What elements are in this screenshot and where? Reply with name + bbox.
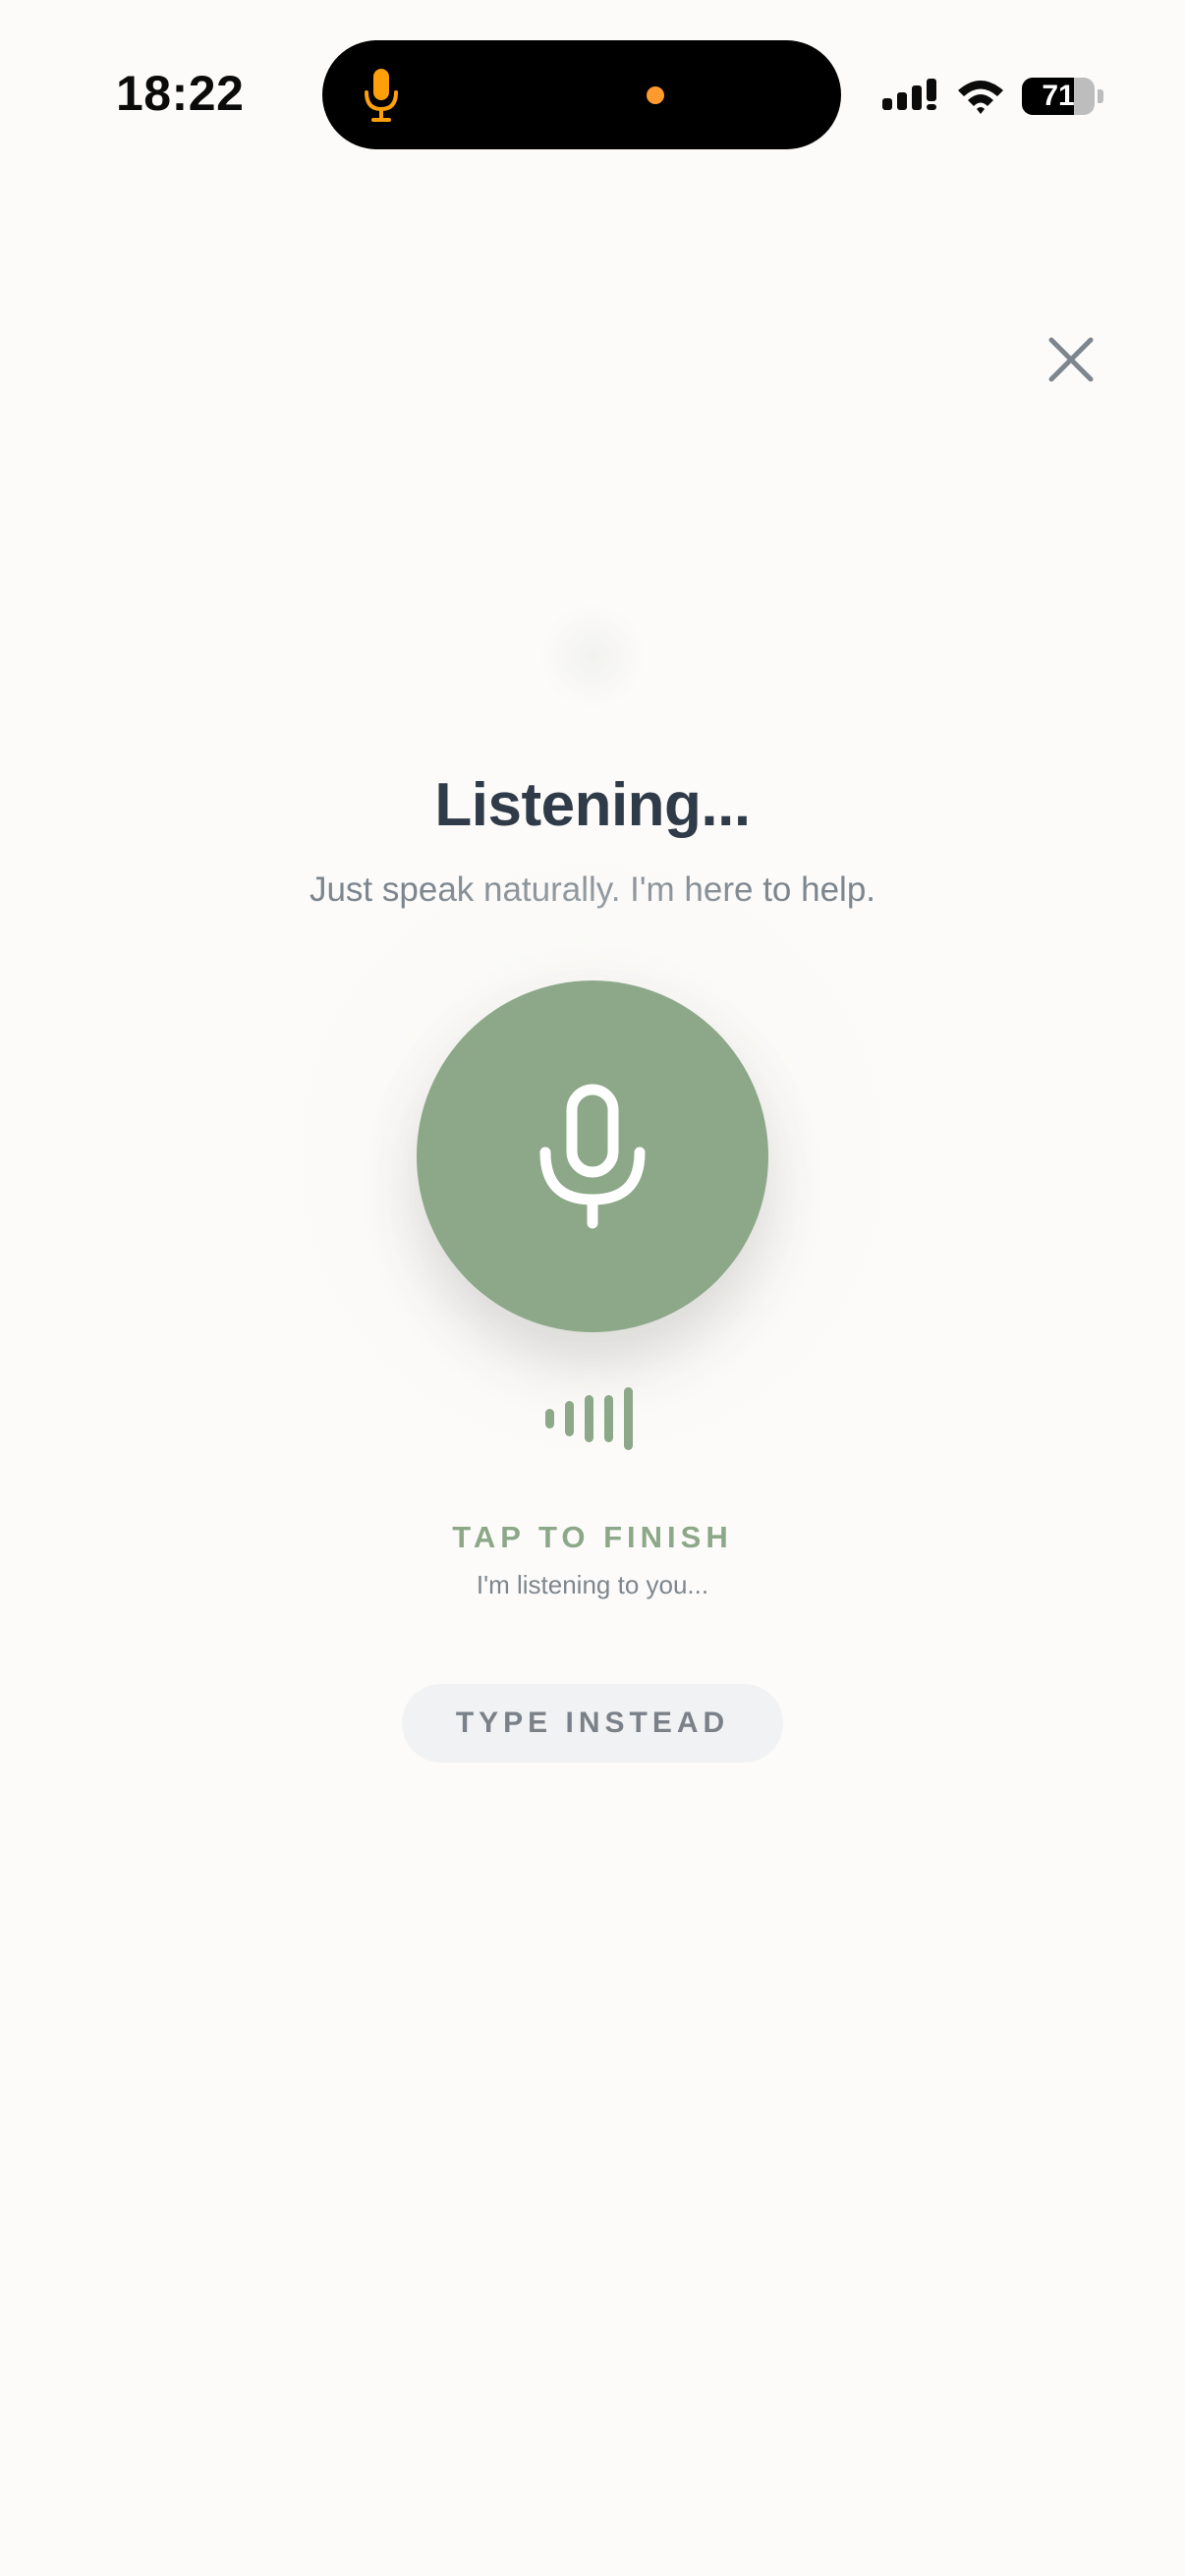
battery-icon: 71 (1022, 78, 1095, 115)
listening-status: I'm listening to you... (476, 1570, 709, 1599)
tap-to-finish-label[interactable]: TAP TO FINISH (0, 1520, 1185, 1555)
type-instead-button[interactable]: TYPE INSTEAD (402, 1684, 783, 1763)
waveform-icon (545, 1387, 633, 1450)
dynamic-island (322, 40, 841, 149)
status-time: 18:22 (116, 66, 245, 121)
pulse-ring (539, 603, 646, 709)
status-icons: 71 (882, 73, 1103, 120)
voice-input-screen: 18:22 71 Listening... TAP TO FINISH I'm … (0, 0, 1185, 2576)
cellular-signal-icon (882, 79, 936, 110)
page-title: Listening... (434, 771, 751, 839)
close-button[interactable] (1042, 330, 1100, 389)
record-mic-button[interactable] (417, 980, 768, 1332)
microphone-icon (539, 1084, 646, 1229)
battery-level: 71 (1042, 80, 1075, 112)
recording-indicator-dot (647, 86, 664, 104)
close-icon (1048, 337, 1094, 382)
battery-tip (1098, 89, 1103, 103)
microphone-icon (365, 69, 398, 122)
wifi-icon (958, 81, 1003, 114)
